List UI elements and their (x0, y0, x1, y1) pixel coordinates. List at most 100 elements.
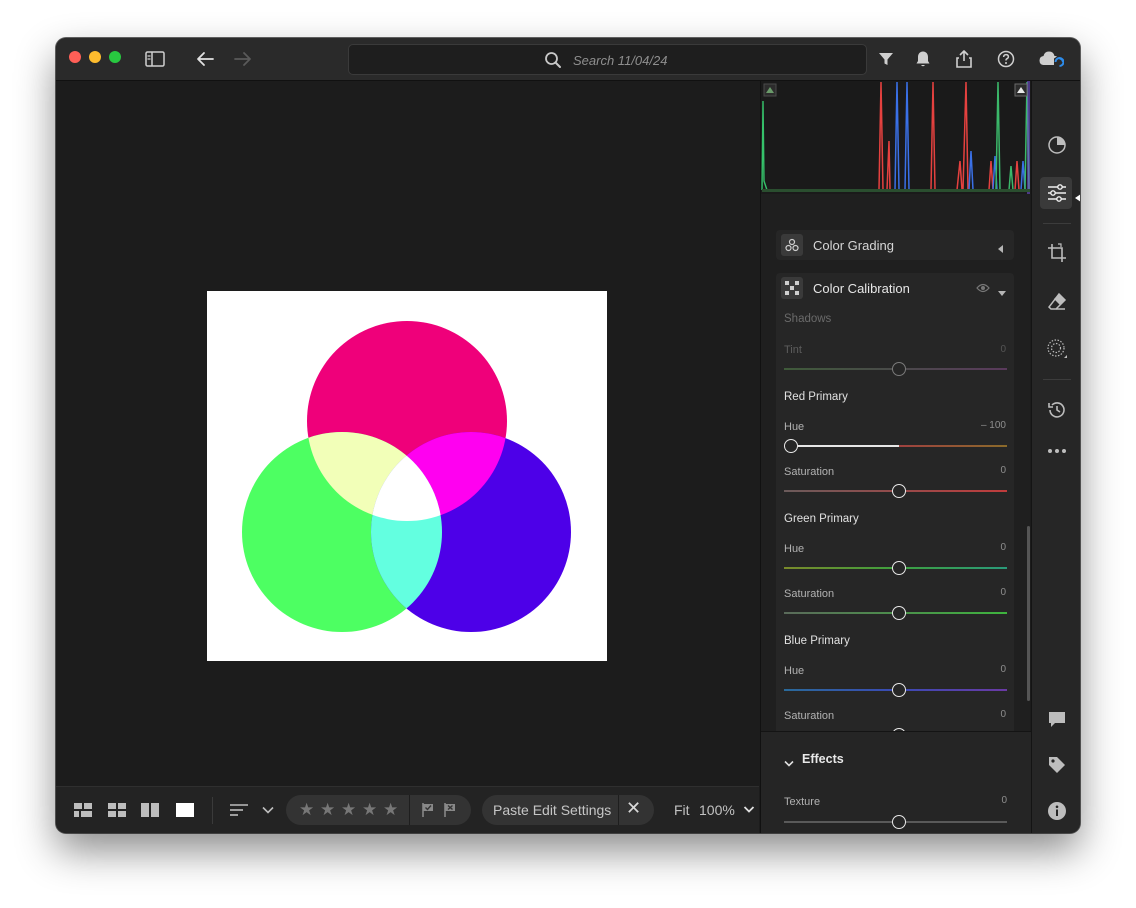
photo-canvas[interactable] (56, 81, 759, 786)
crop-icon[interactable] (1045, 241, 1069, 265)
rail-divider (1043, 379, 1071, 380)
tag-icon[interactable] (1045, 753, 1069, 777)
rating-divider (409, 795, 410, 825)
blue-saturation-value[interactable]: 0 (1000, 709, 1006, 720)
color-grading-icon (781, 234, 803, 256)
search-input[interactable] (573, 51, 773, 69)
reject-flag-icon[interactable] (443, 802, 457, 823)
app-window: ★ ★ ★ ★ ★ Paste Edit Settings ✕ Fit 100% (56, 38, 1080, 833)
red-saturation-slider-thumb[interactable] (892, 484, 906, 498)
forward-arrow-icon[interactable] (232, 48, 254, 70)
chevron-left-icon[interactable] (998, 240, 1004, 258)
chevron-down-icon[interactable] (998, 284, 1006, 302)
green-hue-label: Hue (784, 543, 805, 555)
tool-rail (1031, 81, 1080, 833)
active-indicator-arrow (1075, 189, 1080, 207)
zoom-level[interactable]: 100% (699, 802, 735, 818)
toolbar-divider (212, 797, 213, 824)
rail-divider (1043, 223, 1071, 224)
red-hue-label: Hue (784, 421, 805, 433)
red-primary-title: Red Primary (784, 391, 848, 403)
blue-primary-title: Blue Primary (784, 635, 850, 647)
share-icon[interactable] (953, 48, 975, 70)
close-icon[interactable]: ✕ (626, 798, 641, 819)
minimize-window-button[interactable] (89, 51, 101, 63)
filter-icon[interactable] (875, 48, 897, 70)
pick-flag-icon[interactable] (421, 802, 435, 823)
cloud-sync-icon[interactable] (1038, 48, 1064, 70)
compare-view-icon[interactable] (140, 801, 160, 819)
tint-slider-thumb[interactable] (892, 362, 906, 376)
paste-divider (618, 795, 619, 825)
green-saturation-slider-thumb[interactable] (892, 606, 906, 620)
detail-view-icon[interactable] (175, 801, 195, 819)
effects-title[interactable]: Effects (802, 752, 844, 766)
star-3-icon[interactable]: ★ (341, 800, 356, 820)
history-icon[interactable] (1045, 398, 1069, 422)
texture-label: Texture (784, 796, 821, 808)
red-hue-slider-thumb[interactable] (784, 439, 798, 453)
color-calibration-title: Color Calibration (813, 281, 910, 296)
star-4-icon[interactable]: ★ (362, 800, 377, 820)
sort-chevron-down-icon[interactable] (261, 801, 275, 819)
back-arrow-icon[interactable] (194, 48, 216, 70)
color-calibration-section: Color Calibration Shadows Tint 0 Red Pri… (776, 273, 1014, 747)
photo-preview[interactable] (207, 291, 607, 661)
red-hue-fill (798, 445, 899, 447)
more-icon[interactable] (1045, 439, 1069, 463)
zoom-chevron-down-icon[interactable] (743, 801, 755, 817)
red-saturation-label: Saturation (784, 466, 835, 478)
tint-value[interactable]: 0 (1000, 344, 1006, 355)
zoom-window-button[interactable] (109, 51, 121, 63)
color-calibration-icon (781, 277, 803, 299)
green-hue-slider-thumb[interactable] (892, 561, 906, 575)
bottom-toolbar: ★ ★ ★ ★ ★ Paste Edit Settings ✕ Fit 100% (56, 786, 759, 833)
edit-sliders-icon[interactable] (1045, 181, 1069, 205)
shadows-title: Shadows (784, 313, 832, 325)
close-window-button[interactable] (69, 51, 81, 63)
effects-chevron-down-icon[interactable] (784, 755, 794, 773)
blue-saturation-label: Saturation (784, 710, 835, 722)
star-5-icon[interactable]: ★ (383, 800, 398, 820)
blue-hue-label: Hue (784, 665, 805, 677)
photo-grid-view-icon[interactable] (107, 801, 127, 819)
panel-scrollbar[interactable] (1027, 526, 1030, 701)
color-grading-title: Color Grading (813, 238, 894, 253)
paste-edit-settings-button[interactable]: Paste Edit Settings (493, 802, 611, 818)
rating-filter[interactable]: ★ ★ ★ ★ ★ (286, 795, 471, 825)
blue-hue-slider-thumb[interactable] (892, 683, 906, 697)
sidebar-toggle-icon[interactable] (144, 48, 166, 70)
fit-button[interactable]: Fit (674, 802, 690, 818)
tint-label: Tint (784, 344, 802, 356)
texture-slider-thumb[interactable] (892, 815, 906, 829)
histogram (761, 81, 1031, 194)
paste-edit-settings-pill: Paste Edit Settings ✕ (482, 795, 654, 825)
eye-visibility-icon[interactable] (976, 281, 990, 299)
info-icon[interactable] (1045, 799, 1069, 823)
titlebar (56, 38, 1080, 81)
color-grading-section[interactable]: Color Grading (776, 230, 1014, 260)
search-icon (544, 51, 562, 69)
green-hue-value[interactable]: 0 (1000, 542, 1006, 553)
bell-icon[interactable] (912, 48, 934, 70)
masking-icon[interactable] (1045, 337, 1069, 361)
effects-section: Effects Texture 0 (761, 731, 1031, 833)
blue-hue-value[interactable]: 0 (1000, 664, 1006, 675)
sort-icon[interactable] (229, 801, 249, 819)
square-grid-view-icon[interactable] (73, 801, 93, 819)
green-saturation-value[interactable]: 0 (1000, 587, 1006, 598)
presets-icon[interactable] (1045, 133, 1069, 157)
search-bar[interactable] (348, 44, 867, 75)
green-primary-title: Green Primary (784, 513, 859, 525)
green-saturation-label: Saturation (784, 588, 835, 600)
healing-eraser-icon[interactable] (1045, 290, 1069, 314)
texture-value[interactable]: 0 (1001, 795, 1007, 806)
edit-panel: Color Grading Color Calibration Shadows … (760, 81, 1031, 833)
star-2-icon[interactable]: ★ (320, 800, 335, 820)
comment-icon[interactable] (1045, 707, 1069, 731)
red-hue-value[interactable]: – 100 (981, 420, 1006, 431)
star-1-icon[interactable]: ★ (299, 800, 314, 820)
rgb-circles-image (207, 291, 607, 661)
help-icon[interactable] (995, 48, 1017, 70)
red-saturation-value[interactable]: 0 (1000, 465, 1006, 476)
